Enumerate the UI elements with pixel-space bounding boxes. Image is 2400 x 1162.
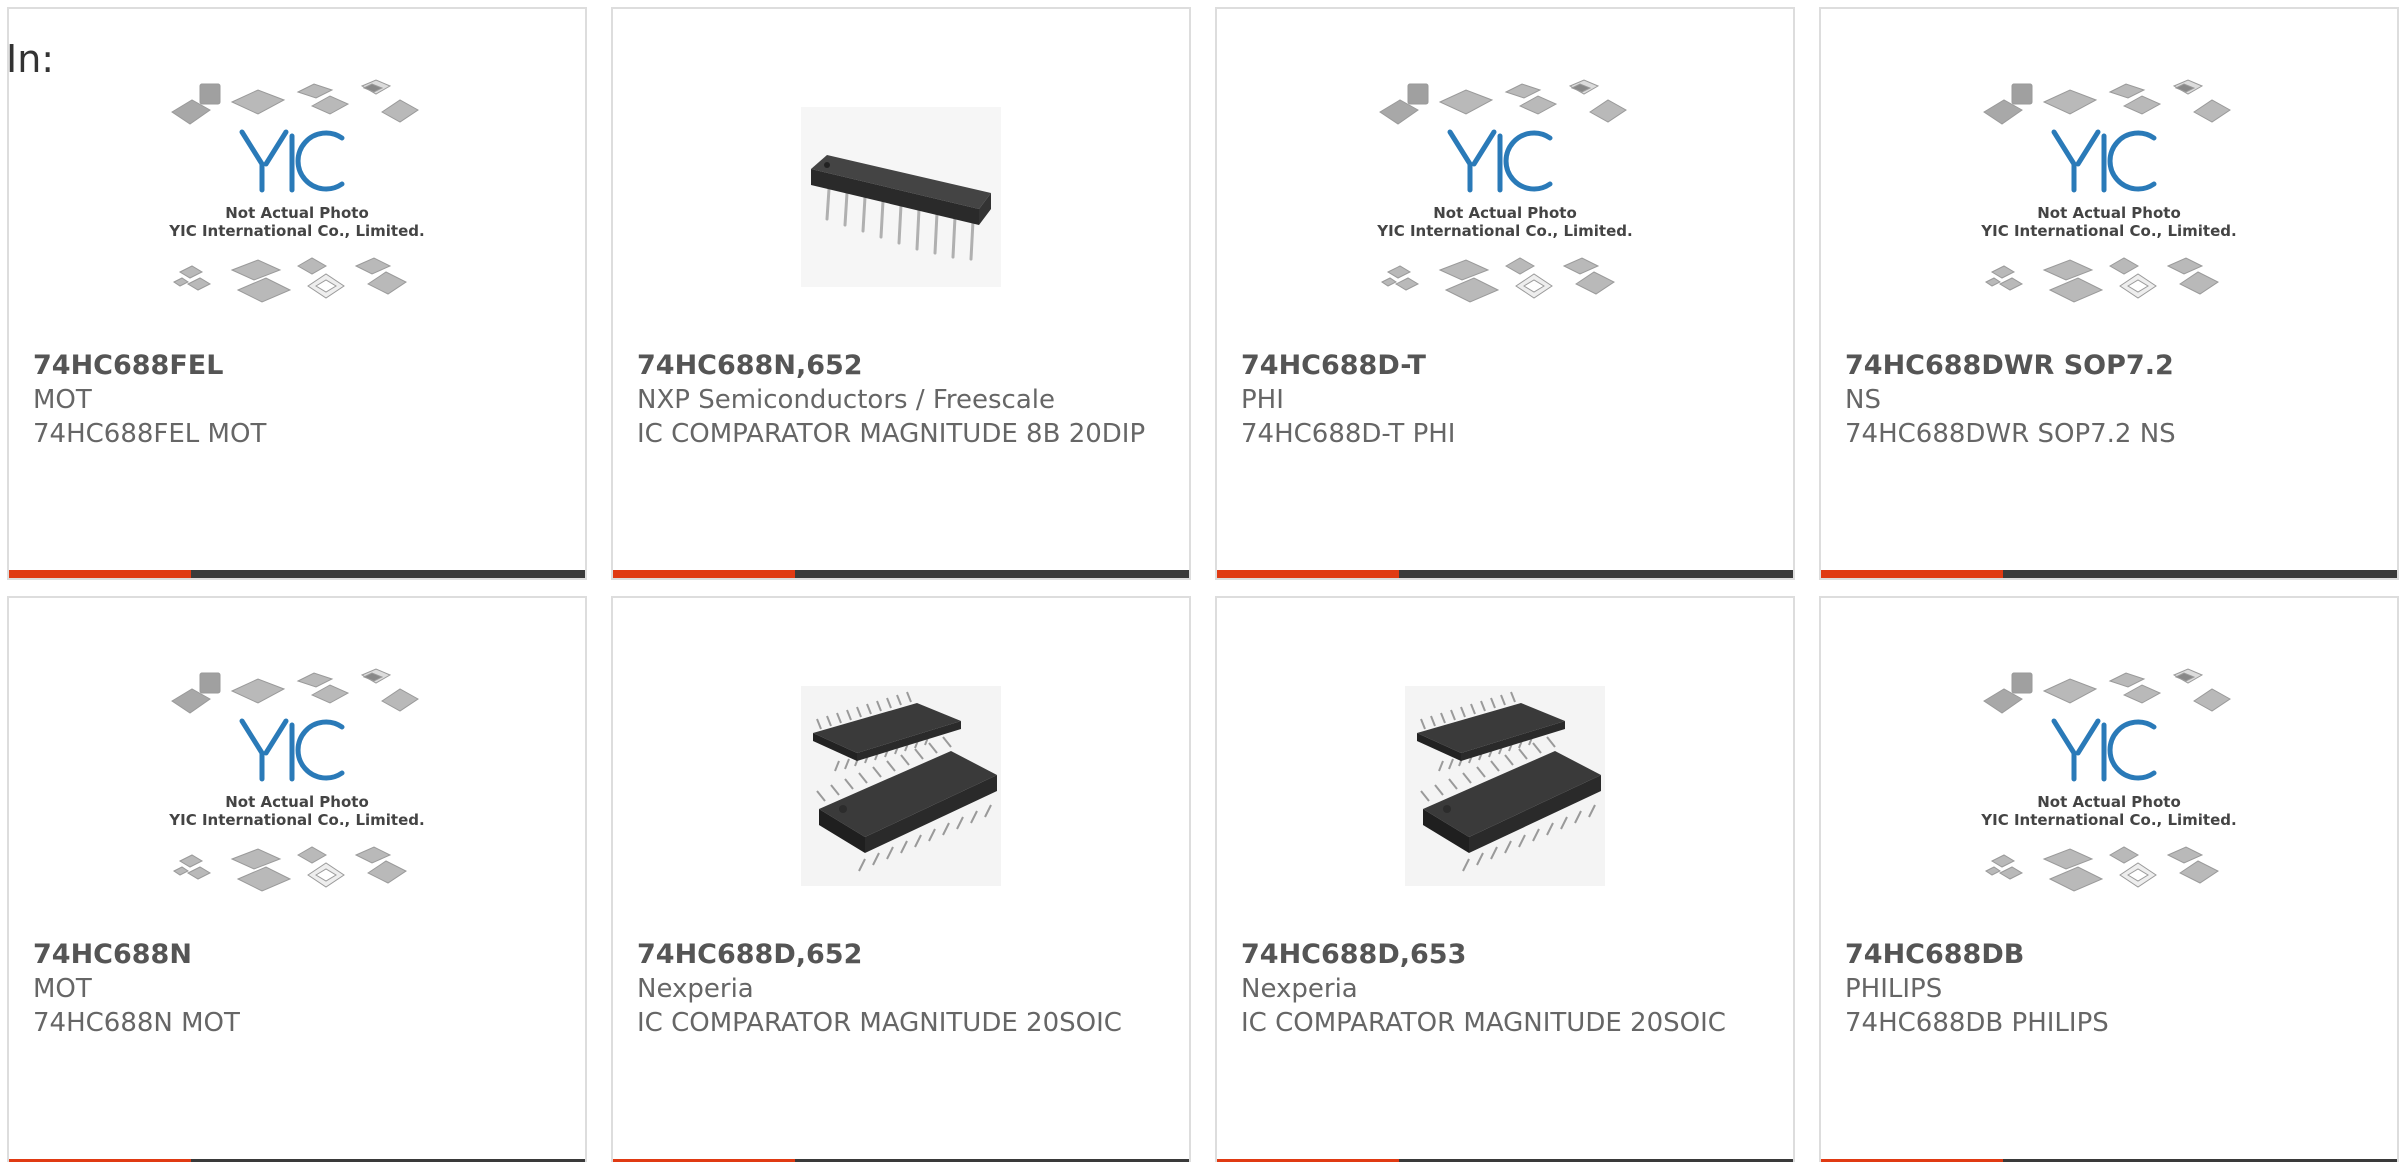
placeholder-caption: Not Actual Photo xyxy=(225,793,369,811)
placeholder-image: Not Actual Photo YIC International Co., … xyxy=(168,668,425,892)
soic-chip-image xyxy=(1405,686,1605,886)
dip-chip-image xyxy=(801,107,1001,287)
card-bottom-bar xyxy=(9,570,585,578)
description: 74HC688DWR SOP7.2 NS xyxy=(1845,419,2176,449)
description: IC COMPARATOR MAGNITUDE 20SOIC xyxy=(1241,1008,1726,1038)
product-card[interactable]: 74HC688D,653 Nexperia IC COMPARATOR MAGNIT… xyxy=(1215,596,1795,1162)
soic-chip-icon[interactable] xyxy=(1365,646,1645,926)
card-accent xyxy=(1217,570,1399,578)
placeholder-icon[interactable]: Not Actual Photo YIC International Co., … xyxy=(157,646,437,926)
product-card[interactable]: Not Actual Photo YIC International Co., … xyxy=(1215,7,1795,580)
part-number-link[interactable]: 74HC688D-T xyxy=(1241,349,1769,383)
card-accent xyxy=(613,570,795,578)
part-number-link[interactable]: 74HC688DWR SOP7.2 xyxy=(1845,349,2373,383)
placeholder-caption: Not Actual Photo xyxy=(2037,204,2181,222)
product-info: 74HC688D,652 Nexperia IC COMPARATOR MAGNIT… xyxy=(637,938,1165,1040)
description: 74HC688N MOT xyxy=(33,1008,240,1038)
manufacturer: PHILIPS xyxy=(1845,974,1943,1004)
product-info: 74HC688FEL MOT 74HC688FEL MOT xyxy=(33,349,561,451)
card-accent xyxy=(9,570,191,578)
placeholder-company: YIC International Co., Limited. xyxy=(1980,811,2236,829)
product-card[interactable]: Not Actual Photo YIC International Co., … xyxy=(7,7,587,580)
manufacturer: MOT xyxy=(33,974,92,1004)
product-info: 74HC688N,652 NXP Semiconductors / Freesca… xyxy=(637,349,1165,451)
dip-chip-icon[interactable] xyxy=(761,57,1041,337)
part-number-link[interactable]: 74HC688FEL xyxy=(33,349,561,383)
product-card[interactable]: Not Actual Photo YIC International Co., … xyxy=(7,596,587,1162)
part-number-link[interactable]: 74HC688D,653 xyxy=(1241,938,1769,972)
manufacturer: PHI xyxy=(1241,385,1284,415)
placeholder-caption: Not Actual Photo xyxy=(1433,204,1577,222)
placeholder-image: Not Actual Photo YIC International Co., … xyxy=(1980,79,2237,303)
product-card[interactable]: 74HC688N,652 NXP Semiconductors / Freesca… xyxy=(611,7,1191,580)
description: IC COMPARATOR MAGNITUDE 8B 20DIP xyxy=(637,419,1146,449)
product-info: 74HC688N MOT 74HC688N MOT xyxy=(33,938,561,1040)
manufacturer: Nexperia xyxy=(637,974,754,1004)
card-bottom-bar xyxy=(1217,570,1793,578)
placeholder-image: Not Actual Photo YIC International Co., … xyxy=(1980,668,2237,892)
part-number-link[interactable]: 74HC688N xyxy=(33,938,561,972)
description: 74HC688D-T PHI xyxy=(1241,419,1456,449)
product-results-page: In: Not Actual Photo YIC International C… xyxy=(0,0,2400,1162)
description: IC COMPARATOR MAGNITUDE 20SOIC xyxy=(637,1008,1122,1038)
product-card[interactable]: Not Actual Photo YIC International Co., … xyxy=(1819,596,2399,1162)
placeholder-company: YIC International Co., Limited. xyxy=(1376,222,1632,240)
placeholder-caption: Not Actual Photo xyxy=(2037,793,2181,811)
description: 74HC688DB PHILIPS xyxy=(1845,1008,2109,1038)
part-number-link[interactable]: 74HC688D,652 xyxy=(637,938,1165,972)
part-number-link[interactable]: 74HC688N,652 xyxy=(637,349,1165,383)
product-card[interactable]: Not Actual Photo YIC International Co., … xyxy=(1819,7,2399,580)
soic-chip-image xyxy=(801,686,1001,886)
product-info: 74HC688DB PHILIPS 74HC688DB PHILIPS xyxy=(1845,938,2373,1040)
placeholder-company: YIC International Co., Limited. xyxy=(168,222,424,240)
product-info: 74HC688D,653 Nexperia IC COMPARATOR MAGNIT… xyxy=(1241,938,1769,1040)
placeholder-image: Not Actual Photo YIC International Co., … xyxy=(1376,79,1633,303)
placeholder-caption: Not Actual Photo xyxy=(225,204,369,222)
card-bottom-bar xyxy=(1821,570,2397,578)
product-info: 74HC688D-T PHI 74HC688D-T PHI xyxy=(1241,349,1769,451)
manufacturer: NXP Semiconductors / Freescale xyxy=(637,385,1056,415)
placeholder-company: YIC International Co., Limited. xyxy=(1980,222,2236,240)
product-card[interactable]: 74HC688D,652 Nexperia IC COMPARATOR MAGNIT… xyxy=(611,596,1191,1162)
manufacturer: MOT xyxy=(33,385,92,415)
placeholder-icon[interactable]: Not Actual Photo YIC International Co., … xyxy=(157,57,437,337)
placeholder-icon[interactable]: Not Actual Photo YIC International Co., … xyxy=(1969,57,2249,337)
product-info: 74HC688DWR SOP7.2 NS 74HC688DWR SOP7.2 NS xyxy=(1845,349,2373,451)
product-grid: Not Actual Photo YIC International Co., … xyxy=(7,7,2399,1162)
description: 74HC688FEL MOT xyxy=(33,419,267,449)
placeholder-image: Not Actual Photo YIC International Co., … xyxy=(168,79,425,303)
in-label: In: xyxy=(6,37,55,81)
placeholder-icon[interactable]: Not Actual Photo YIC International Co., … xyxy=(1365,57,1645,337)
manufacturer: NS xyxy=(1845,385,1881,415)
placeholder-company: YIC International Co., Limited. xyxy=(168,811,424,829)
card-accent xyxy=(1821,570,2003,578)
part-number-link[interactable]: 74HC688DB xyxy=(1845,938,2373,972)
card-bottom-bar xyxy=(613,570,1189,578)
placeholder-icon[interactable]: Not Actual Photo YIC International Co., … xyxy=(1969,646,2249,926)
soic-chip-icon[interactable] xyxy=(761,646,1041,926)
manufacturer: Nexperia xyxy=(1241,974,1358,1004)
